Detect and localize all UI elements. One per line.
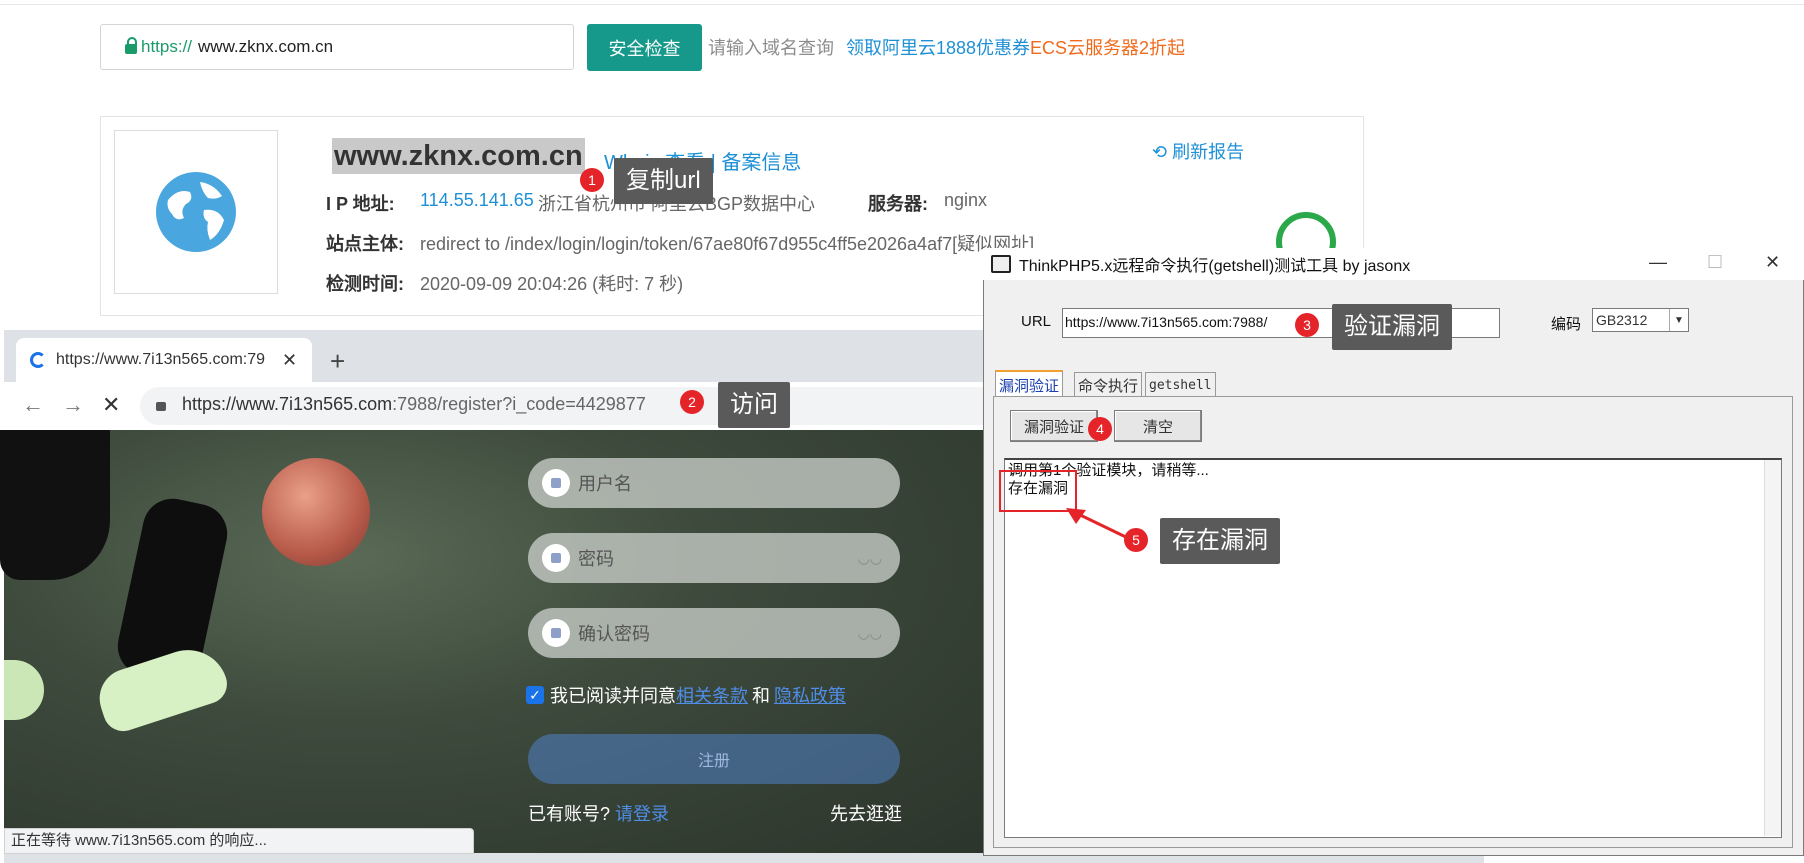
have-account-text: 已有账号? bbox=[528, 804, 611, 824]
step-3-badge: 3 bbox=[1295, 313, 1319, 337]
new-tab-icon[interactable]: + bbox=[330, 346, 345, 377]
url-host: www.zknx.com.cn bbox=[198, 37, 334, 56]
password-input[interactable]: 密码 ◡◡ bbox=[528, 533, 900, 583]
step-2-badge: 2 bbox=[680, 390, 704, 414]
ip-value[interactable]: 114.55.141.65 bbox=[420, 190, 534, 211]
browser-status-bar: 正在等待 www.7i13n565.com 的响应... bbox=[4, 828, 474, 854]
username-placeholder: 用户名 bbox=[578, 474, 632, 494]
login-link[interactable]: 请登录 bbox=[615, 804, 669, 824]
app-icon bbox=[991, 255, 1011, 273]
top-divider bbox=[0, 4, 1804, 5]
privacy-link[interactable]: 隐私政策 bbox=[774, 682, 846, 708]
register-button[interactable]: 注册 bbox=[528, 734, 900, 784]
lock-icon bbox=[125, 37, 137, 54]
username-input[interactable]: 用户名 bbox=[528, 458, 900, 508]
user-icon bbox=[542, 469, 570, 497]
loading-spinner-icon bbox=[30, 352, 46, 368]
tab-title: https://www.7i13n565.com:79 bbox=[56, 351, 266, 368]
close-tab-icon[interactable]: ✕ bbox=[282, 350, 297, 371]
subject-value: redirect to /index/login/login/token/67a… bbox=[420, 234, 1035, 254]
lock-icon bbox=[542, 544, 570, 572]
subject-label: 站点主体: bbox=[326, 234, 404, 254]
output-line: 调用第1个验证模块，请稍等... bbox=[1008, 462, 1209, 479]
chevron-down-icon: ▼ bbox=[1669, 309, 1688, 331]
address-text[interactable]: https://www.7i13n565.com:7988/register?i… bbox=[182, 394, 646, 415]
agree-prefix: 我已阅读并同意 bbox=[550, 686, 676, 706]
time-label: 检测时间: bbox=[326, 274, 404, 294]
tool-title: ThinkPHP5.x远程命令执行(getshell)测试工具 by jason… bbox=[1019, 258, 1411, 275]
hide-password-icon[interactable]: ◡◡ bbox=[858, 625, 882, 642]
browser-tab[interactable]: https://www.7i13n565.com:79 ✕ bbox=[16, 338, 312, 382]
minimize-icon[interactable]: — bbox=[1649, 252, 1667, 273]
site-name: www.zknx.com.cn bbox=[332, 138, 585, 174]
confirm-placeholder: 确认密码 bbox=[578, 624, 650, 644]
confirm-password-input[interactable]: 确认密码 ◡◡ bbox=[528, 608, 900, 658]
server-label: 服务器: bbox=[868, 194, 928, 214]
player-leg bbox=[0, 430, 110, 580]
tab-getshell[interactable]: getshell bbox=[1145, 372, 1216, 397]
browse-first-link[interactable]: 先去逛逛 bbox=[830, 800, 902, 826]
agree-checkbox[interactable]: ✓ bbox=[526, 686, 544, 704]
step-5-callout: 存在漏洞 bbox=[1160, 518, 1280, 564]
address-host: https://www.7i13n565.com bbox=[182, 394, 393, 414]
terms-link[interactable]: 相关条款 bbox=[676, 682, 748, 708]
verify-button[interactable]: 漏洞验证 bbox=[1010, 410, 1098, 442]
have-account-row: 已有账号? 请登录 bbox=[528, 800, 669, 826]
stop-loading-icon[interactable]: ✕ bbox=[102, 392, 120, 418]
secure-lock-icon bbox=[156, 402, 166, 411]
aliyun-coupon-link[interactable]: 领取阿里云1888优惠券 bbox=[846, 34, 1030, 60]
refresh-report-link[interactable]: ⟲ 刷新报告 bbox=[1152, 138, 1244, 164]
lock-icon bbox=[542, 619, 570, 647]
forward-icon[interactable]: → bbox=[62, 392, 84, 418]
agreement-row: ✓ 我已阅读并同意 相关条款 和 隐私政策 bbox=[526, 682, 846, 708]
url-scheme: https:// bbox=[141, 37, 193, 56]
football bbox=[262, 458, 370, 566]
step-2-callout: 访问 bbox=[718, 382, 790, 428]
password-placeholder: 密码 bbox=[578, 549, 614, 569]
ip-label: I P 地址: bbox=[326, 194, 395, 214]
clear-button[interactable]: 清空 bbox=[1114, 410, 1202, 442]
step-4-badge: 4 bbox=[1088, 417, 1112, 441]
step-1-badge: 1 bbox=[580, 168, 604, 192]
url-label: URL bbox=[1021, 313, 1052, 330]
tab-vuln-verify[interactable]: 漏洞验证 bbox=[995, 370, 1064, 398]
refresh-label: 刷新报告 bbox=[1172, 142, 1245, 162]
maximize-icon[interactable]: ☐ bbox=[1707, 252, 1723, 273]
globe-icon bbox=[114, 130, 278, 294]
encoding-label: 编码 bbox=[1551, 316, 1582, 333]
step-1-callout: 复制url bbox=[614, 158, 713, 204]
output-scrollbar[interactable] bbox=[1764, 460, 1781, 836]
close-window-icon[interactable]: ✕ bbox=[1765, 252, 1780, 273]
tool-title-bar: ThinkPHP5.x远程命令执行(getshell)测试工具 by jason… bbox=[983, 248, 1804, 280]
encoding-value: GB2312 bbox=[1596, 312, 1648, 328]
refresh-icon: ⟲ bbox=[1152, 142, 1173, 162]
ecs-promo-link[interactable]: ECS云服务器2折起 bbox=[1030, 34, 1185, 60]
step-3-callout: 验证漏洞 bbox=[1332, 304, 1452, 350]
time-value: 2020-09-09 20:04:26 (耗时: 7 秒) bbox=[420, 274, 684, 294]
step-5-badge: 5 bbox=[1124, 528, 1148, 552]
tab-command-exec[interactable]: 命令执行 bbox=[1074, 372, 1143, 397]
address-path: :7988/register?i_code=4429877 bbox=[392, 394, 646, 414]
hide-password-icon[interactable]: ◡◡ bbox=[858, 550, 882, 567]
and-text: 和 bbox=[752, 686, 770, 706]
encoding-select[interactable]: GB2312 ▼ bbox=[1592, 308, 1689, 332]
domain-input[interactable]: https:// www.zknx.com.cn bbox=[100, 24, 574, 70]
back-icon[interactable]: ← bbox=[22, 392, 44, 418]
security-check-button[interactable]: 安全检查 bbox=[587, 24, 702, 71]
server-value: nginx bbox=[944, 190, 988, 210]
query-hint: 请输入域名查询 bbox=[708, 38, 834, 58]
output-line: 存在漏洞 bbox=[1008, 480, 1069, 497]
